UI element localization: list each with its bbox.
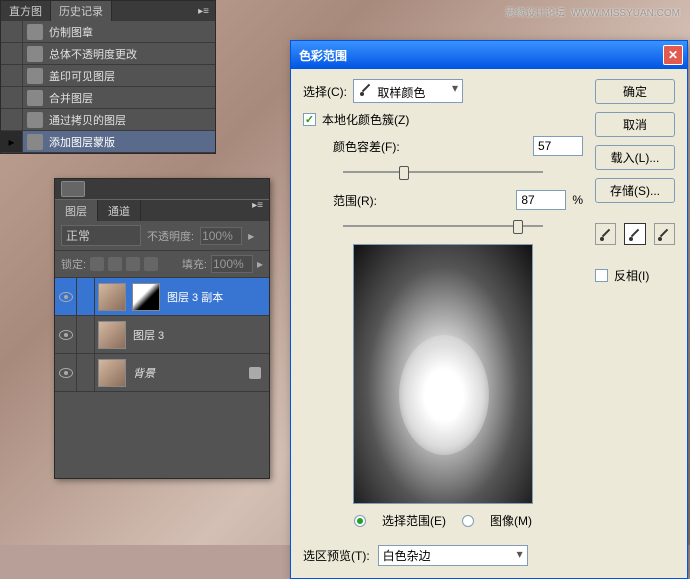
history-item[interactable]: 合并图层 xyxy=(1,87,215,109)
range-slider[interactable] xyxy=(343,218,543,234)
close-button[interactable]: ✕ xyxy=(663,45,683,65)
preview-dropdown[interactable]: 白色杂边 xyxy=(378,545,528,566)
dialog-title: 色彩范围 xyxy=(299,47,347,64)
mask-thumb[interactable] xyxy=(132,283,160,311)
layer-row[interactable]: 图层 3 xyxy=(55,316,269,354)
radio-selection-label: 选择范围(E) xyxy=(382,512,446,529)
lock-transparent-icon[interactable] xyxy=(90,257,104,271)
visibility-toggle[interactable] xyxy=(55,316,77,353)
copy-layer-icon xyxy=(27,112,43,128)
radio-selection[interactable] xyxy=(354,515,366,527)
save-button[interactable]: 存储(S)... xyxy=(595,178,675,203)
dialog-titlebar[interactable]: 色彩范围 ✕ xyxy=(291,41,687,69)
stamp-icon xyxy=(27,24,43,40)
tab-history[interactable]: 历史记录 xyxy=(51,1,112,21)
history-item[interactable]: 盖印可见图层 xyxy=(1,65,215,87)
localized-checkbox[interactable] xyxy=(303,113,316,126)
fill-field[interactable]: 100% xyxy=(211,255,253,273)
preview-label: 选区预览(T): xyxy=(303,547,370,564)
lock-position-icon[interactable] xyxy=(126,257,140,271)
ok-button[interactable]: 确定 xyxy=(595,79,675,104)
eyedropper-icon xyxy=(358,81,374,97)
select-label: 选择(C): xyxy=(303,83,347,100)
layer-row-selected[interactable]: 图层 3 副本 xyxy=(55,278,269,316)
tab-layers[interactable]: 图层 xyxy=(55,200,98,221)
eye-icon xyxy=(59,330,73,340)
tab-histogram[interactable]: 直方图 xyxy=(1,1,51,21)
mask-icon xyxy=(27,134,43,150)
eyedropper-subtract-button[interactable] xyxy=(654,223,675,245)
eyedropper-button[interactable] xyxy=(595,223,616,245)
invert-label: 反相(I) xyxy=(614,267,649,284)
layers-panel: 图层 通道 ▸≡ 正常 不透明度: 100% ▸ 锁定: 填充: 100% ▸ … xyxy=(54,178,270,479)
lock-icon xyxy=(249,367,261,379)
select-dropdown[interactable]: 取样颜色 xyxy=(353,79,463,103)
panel-menu-icon[interactable]: ▸≡ xyxy=(192,6,215,17)
eyedropper-plus-icon xyxy=(627,226,643,242)
layer-thumb[interactable] xyxy=(98,359,126,387)
localized-label: 本地化颜色簇(Z) xyxy=(322,111,409,128)
color-range-dialog: 色彩范围 ✕ 选择(C): 取样颜色 本地化颜色簇(Z) 颜色容差(F): xyxy=(290,40,688,579)
cancel-button[interactable]: 取消 xyxy=(595,112,675,137)
layer-thumb[interactable] xyxy=(98,283,126,311)
radio-image-label: 图像(M) xyxy=(490,512,532,529)
invert-checkbox[interactable] xyxy=(595,269,608,282)
history-marker-icon: ▸ xyxy=(1,131,23,152)
eye-icon xyxy=(59,368,73,378)
visibility-toggle[interactable] xyxy=(55,278,77,315)
fuzziness-input[interactable] xyxy=(533,136,583,156)
chevron-right-icon[interactable]: ▸ xyxy=(248,229,254,243)
lock-paint-icon[interactable] xyxy=(108,257,122,271)
merge-visible-icon xyxy=(27,68,43,84)
blend-mode-select[interactable]: 正常 xyxy=(61,225,141,246)
merge-icon xyxy=(27,90,43,106)
visibility-toggle[interactable] xyxy=(55,354,77,391)
eyedropper-minus-icon xyxy=(656,226,672,242)
eyedropper-add-button[interactable] xyxy=(624,223,645,245)
tab-channels[interactable]: 通道 xyxy=(98,200,141,221)
lock-all-icon[interactable] xyxy=(144,257,158,271)
opacity-field[interactable]: 100% xyxy=(200,227,242,245)
layer-thumb[interactable] xyxy=(98,321,126,349)
history-item[interactable]: 仿制图章 xyxy=(1,21,215,43)
chevron-right-icon[interactable]: ▸ xyxy=(257,257,263,271)
lock-label: 锁定: xyxy=(61,256,86,272)
radio-image[interactable] xyxy=(462,515,474,527)
eyedropper-icon xyxy=(598,226,614,242)
history-panel: 直方图 历史记录 ▸≡ 仿制图章 总体不透明度更改 盖印可见图层 合并图层 通过… xyxy=(0,0,216,154)
fuzziness-label: 颜色容差(F): xyxy=(333,138,400,155)
fill-label: 填充: xyxy=(182,256,207,272)
range-label: 范围(R): xyxy=(333,192,377,209)
history-item-active[interactable]: ▸添加图层蒙版 xyxy=(1,131,215,153)
opacity-icon xyxy=(27,46,43,62)
panel-icon[interactable] xyxy=(61,181,85,197)
eye-icon xyxy=(59,292,73,302)
fuzziness-slider[interactable] xyxy=(343,164,543,180)
range-input[interactable] xyxy=(516,190,566,210)
opacity-label: 不透明度: xyxy=(147,228,194,244)
preview-image[interactable] xyxy=(353,244,533,504)
panel-menu-icon[interactable]: ▸≡ xyxy=(246,200,269,221)
load-button[interactable]: 载入(L)... xyxy=(595,145,675,170)
range-unit: % xyxy=(572,193,583,207)
watermark: 思缘设计论坛WWW.MISSYUAN.COM xyxy=(499,4,680,19)
history-item[interactable]: 总体不透明度更改 xyxy=(1,43,215,65)
history-item[interactable]: 通过拷贝的图层 xyxy=(1,109,215,131)
layer-row[interactable]: 背景 xyxy=(55,354,269,392)
